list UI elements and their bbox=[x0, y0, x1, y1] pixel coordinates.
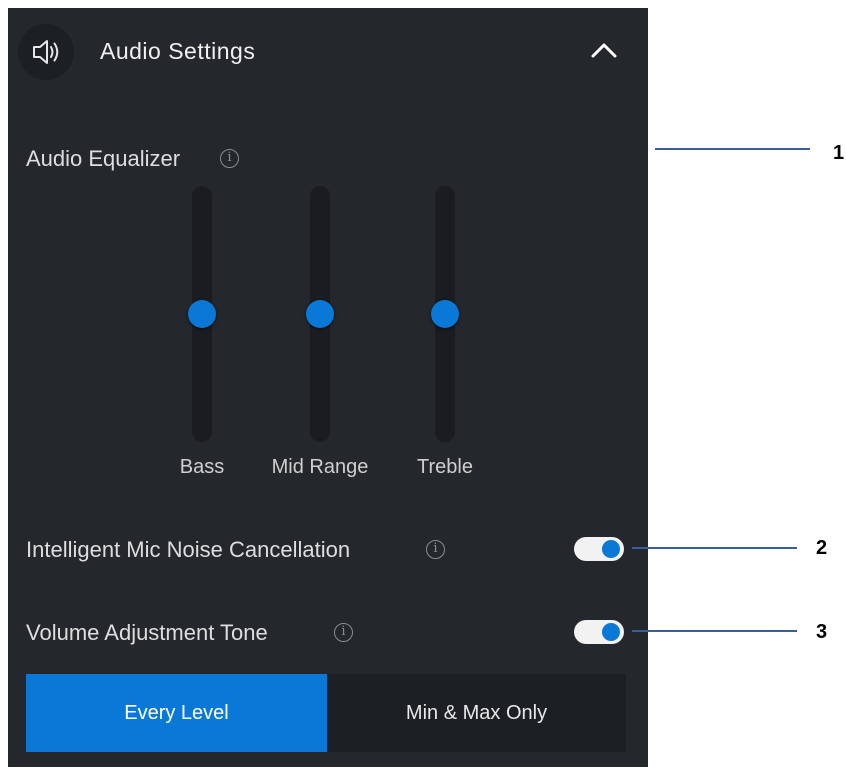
audio-settings-panel: Audio Settings Audio Equalizer i Bass Mi… bbox=[8, 8, 648, 767]
equalizer-label: Audio Equalizer bbox=[26, 146, 181, 171]
callout-line-3 bbox=[632, 630, 797, 632]
slider-mid-range: Mid Range bbox=[265, 186, 375, 486]
volume-tone-segmented-control: Every Level Min & Max Only bbox=[26, 674, 626, 752]
speaker-icon bbox=[18, 24, 74, 80]
callout-line-1 bbox=[655, 148, 810, 150]
slider-label-mid-range: Mid Range bbox=[271, 456, 369, 478]
chevron-up-icon[interactable] bbox=[588, 38, 620, 64]
slider-label-treble: Treble bbox=[417, 456, 473, 478]
mic-noise-label: Intelligent Mic Noise Cancellation bbox=[26, 537, 351, 562]
info-icon[interactable]: i bbox=[220, 149, 239, 168]
page-title: Audio Settings bbox=[100, 38, 256, 64]
toggle-knob bbox=[602, 540, 620, 558]
slider-label-bass: Bass bbox=[179, 456, 225, 478]
info-icon[interactable]: i bbox=[334, 623, 353, 642]
toggle-knob bbox=[602, 623, 620, 641]
slider-treble: Treble bbox=[390, 186, 500, 486]
info-icon[interactable]: i bbox=[426, 540, 445, 559]
panel-header[interactable]: Audio Settings bbox=[8, 8, 648, 94]
slider-bass: Bass bbox=[147, 186, 257, 486]
slider-thumb[interactable] bbox=[188, 300, 216, 328]
callout-number-1: 1 bbox=[833, 142, 845, 164]
callout-number-2: 2 bbox=[816, 537, 828, 559]
volume-tone-label: Volume Adjustment Tone bbox=[26, 620, 268, 645]
slider-thumb[interactable] bbox=[431, 300, 459, 328]
volume-tone-toggle[interactable] bbox=[574, 620, 624, 644]
mic-noise-toggle[interactable] bbox=[574, 537, 624, 561]
callout-line-2 bbox=[632, 547, 797, 549]
callout-number-3: 3 bbox=[816, 621, 828, 643]
every-level-button[interactable]: Every Level bbox=[26, 674, 327, 752]
slider-thumb[interactable] bbox=[306, 300, 334, 328]
min-max-only-button[interactable]: Min & Max Only bbox=[327, 674, 626, 752]
